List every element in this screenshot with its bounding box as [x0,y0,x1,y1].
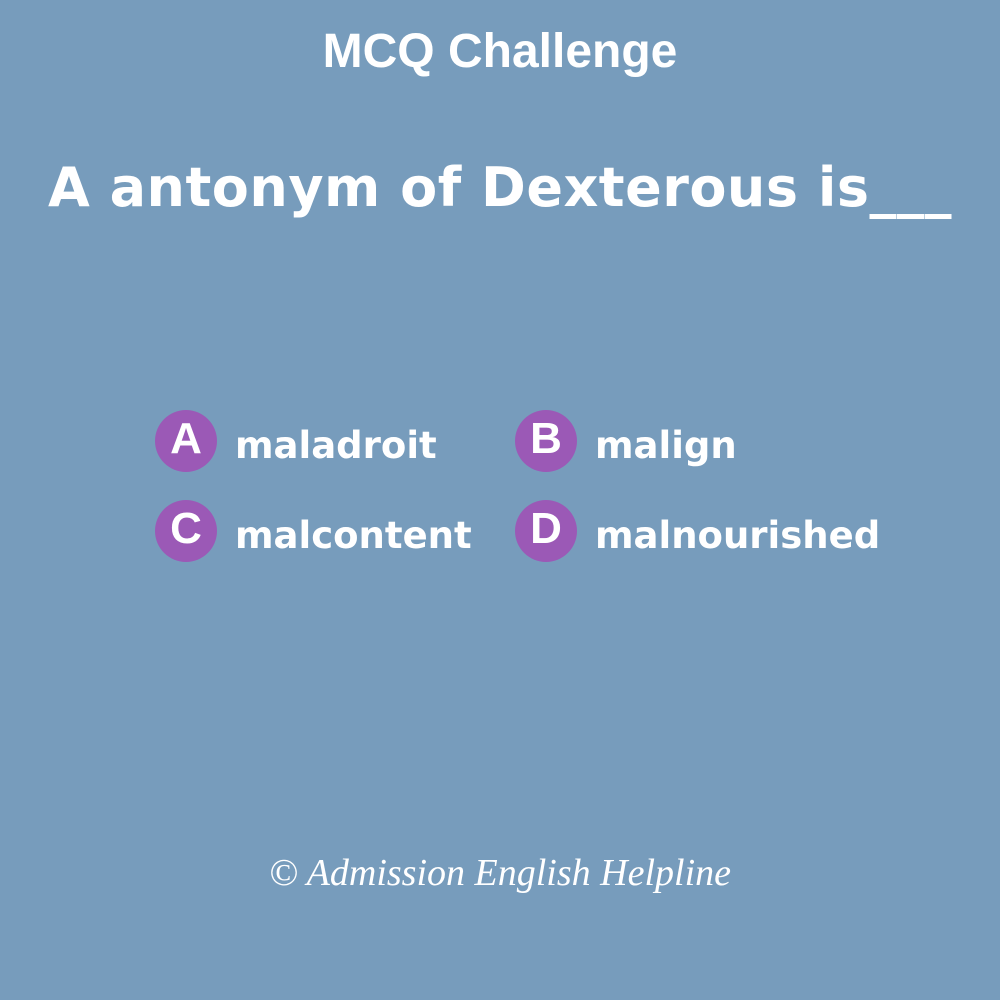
page-title: MCQ Challenge [322,25,678,78]
option-d[interactable]: D malnourished [515,500,880,562]
option-a-label: maladroit [235,423,437,467]
option-b-label: malign [595,423,737,467]
option-a-badge: A [155,410,217,472]
copyright-footer: © Admission English Helpline [269,852,731,894]
option-c[interactable]: C malcontent [155,500,472,562]
option-c-label: malcontent [235,513,472,557]
option-d-label: malnourished [595,513,881,557]
option-b-badge: B [515,410,577,472]
option-b[interactable]: B malign [515,410,737,472]
option-a[interactable]: A maladroit [155,410,437,472]
option-d-badge: D [515,500,577,562]
option-c-badge: C [155,500,217,562]
question-text: A antonym of Dexterous is___ [48,156,952,219]
